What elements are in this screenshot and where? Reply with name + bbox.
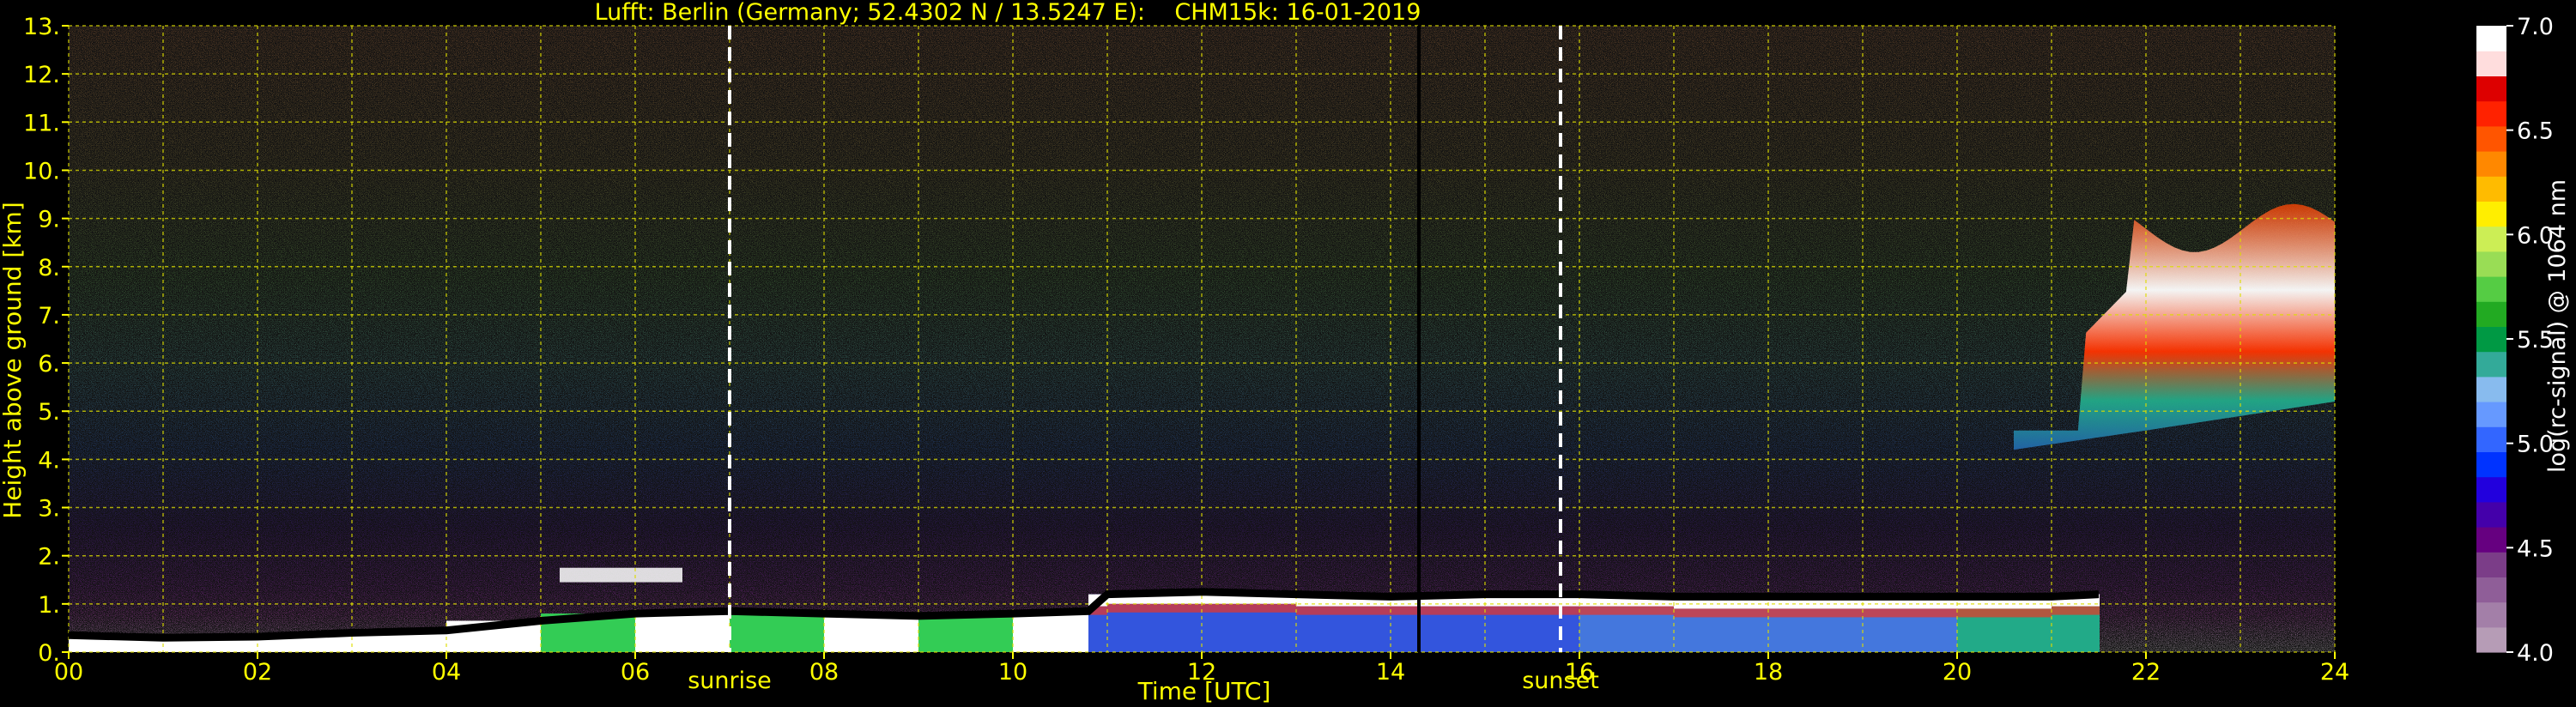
colorbar-segment — [2476, 301, 2506, 327]
pbl-red-band — [2052, 606, 2100, 615]
y-tick-label: 1. — [38, 592, 60, 619]
chart-title: Lufft: Berlin (Germany; 52.4302 N / 13.5… — [595, 0, 1421, 26]
colorbar-tick-label: 4.0 — [2517, 640, 2554, 667]
colorbar-segment — [2476, 226, 2506, 252]
x-tick-label: 14 — [1376, 659, 1405, 686]
colorbar-tick-label: 4.5 — [2517, 535, 2554, 562]
y-tick-label: 9. — [38, 207, 60, 233]
y-tick-label: 10. — [23, 158, 60, 184]
x-tick-label: 10 — [998, 659, 1027, 686]
y-tick-label: 3. — [38, 496, 60, 523]
colorbar-segment — [2476, 601, 2506, 628]
colorbar-segment — [2476, 51, 2506, 76]
colorbar-segment — [2476, 201, 2506, 227]
x-tick-label: 04 — [432, 659, 461, 686]
colorbar-segment — [2476, 501, 2506, 528]
colorbar-segment — [2476, 151, 2506, 177]
x-tick-label: 24 — [2320, 659, 2349, 686]
pbl-red-band — [1391, 606, 1486, 615]
pbl-red-band — [1485, 606, 1580, 615]
colorbar-segment — [2476, 26, 2506, 51]
y-tick-label: 12. — [23, 62, 60, 88]
pbl-red-band — [1107, 603, 1203, 613]
colorbar-segment — [2476, 76, 2506, 102]
colorbar-segment — [2476, 125, 2506, 152]
y-axis-ticks: 0. 1. 2. 3. 4. 5. 6. 7. 8. 9. 10. 11. 12. 13. — [23, 14, 69, 667]
y-tick-label: 13. — [23, 14, 60, 40]
colorbar-segment — [2476, 626, 2506, 653]
y-tick-label: 11. — [23, 110, 60, 136]
sunrise-label: sunrise — [688, 668, 772, 694]
x-tick-label: 22 — [2131, 659, 2161, 686]
colorbar-segment — [2476, 276, 2506, 302]
pbl-red-band — [1957, 608, 2052, 618]
colorbar-segment — [2476, 552, 2506, 577]
x-tick-label: 08 — [809, 659, 839, 686]
pbl-segment — [730, 611, 825, 652]
colorbar-segment — [2476, 376, 2506, 402]
colorbar — [2476, 26, 2506, 653]
y-tick-label: 5. — [38, 399, 60, 426]
colorbar-label: log(rc-signal) @ 1064 nm — [2544, 179, 2571, 473]
backscatter-noise — [69, 26, 2335, 652]
ceilometer-chart: 00 02 04 06 08 10 12 14 16 18 20 22 24 0.1.2.3.4.5.6… — [0, 0, 2571, 705]
x-tick-label: 18 — [1754, 659, 1783, 686]
pbl-red-band — [1202, 603, 1297, 613]
y-tick-label: 7. — [38, 303, 60, 329]
colorbar-segment — [2476, 577, 2506, 603]
colorbar-tick-label: 7.0 — [2517, 14, 2554, 40]
colorbar-segment — [2476, 251, 2506, 277]
y-tick-label: 6. — [38, 351, 60, 378]
x-tick-label: 20 — [1943, 659, 1972, 686]
x-tick-label: 06 — [621, 659, 650, 686]
colorbar-segment — [2476, 402, 2506, 427]
pbl-red-band — [1674, 608, 1769, 618]
y-tick-label: 0. — [38, 640, 60, 667]
colorbar-segment — [2476, 326, 2506, 353]
pbl-segment — [635, 611, 730, 652]
y-tick-label: 2. — [38, 544, 60, 571]
y-tick-label: 4. — [38, 447, 60, 474]
colorbar-segment — [2476, 527, 2506, 553]
colorbar-segment — [2476, 426, 2506, 452]
colorbar-segment — [2476, 451, 2506, 478]
x-tick-label: 02 — [243, 659, 272, 686]
pbl-red-band — [1768, 608, 1864, 618]
y-tick-label: 8. — [38, 255, 60, 281]
elevated-layer — [560, 567, 682, 583]
colorbar-segment — [2476, 351, 2506, 378]
pbl-red-band — [1296, 606, 1391, 615]
colorbar-tick-label: 6.5 — [2517, 118, 2554, 145]
y-axis-label: Height above ground [km] — [0, 202, 27, 519]
colorbar-segment — [2476, 100, 2506, 127]
sunset-label: sunset — [1522, 668, 1599, 694]
colorbar-segment — [2476, 176, 2506, 202]
pbl-red-band — [1579, 606, 1675, 615]
x-axis-label: Time [UTC] — [1137, 677, 1271, 705]
pbl-segment — [1013, 611, 1089, 652]
colorbar-segment — [2476, 476, 2506, 503]
pbl-red-band — [1863, 608, 1958, 618]
